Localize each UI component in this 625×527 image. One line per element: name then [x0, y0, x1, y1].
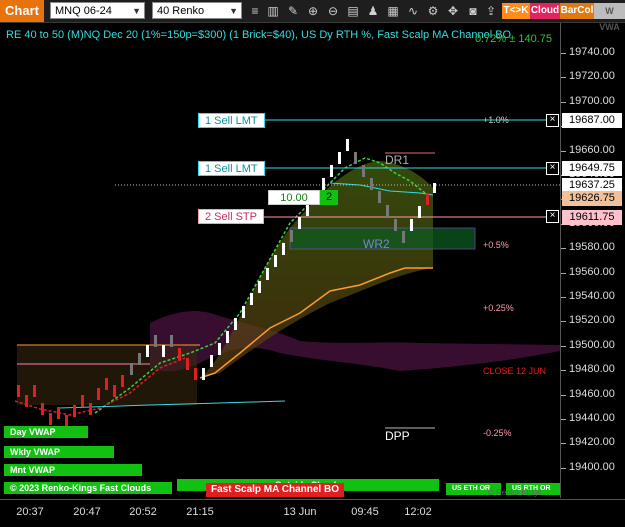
- time-tick-label: 13 Jun: [283, 506, 317, 518]
- change-readout: 0.72% ± 140.75: [475, 33, 552, 45]
- sell-limit-order-2[interactable]: 1 Sell LMT: [198, 161, 265, 176]
- zoom-out-icon[interactable]: ⊖: [325, 3, 341, 19]
- price-tick-label: 19400.00: [569, 460, 615, 473]
- range-box: [17, 345, 197, 405]
- zoom-in-icon[interactable]: ⊕: [305, 3, 321, 19]
- wr2-label: WR2: [363, 237, 390, 251]
- strategy-badge: Fast Scalp MA Channel BO: [206, 483, 344, 497]
- price-tick-label: 19460.00: [569, 387, 615, 400]
- time-tick-label: 20:47: [73, 506, 101, 518]
- time-tick-label: 12:02: [404, 506, 432, 518]
- fast-clouds-button[interactable]: © 2023 Renko-Kings Fast Clouds: [4, 482, 172, 494]
- price-tick-mark: [561, 443, 566, 445]
- camera-icon[interactable]: ◙: [465, 3, 481, 19]
- sell-stop-order[interactable]: 2 Sell STP: [198, 209, 264, 224]
- order-1-price-box: 19687.00: [562, 113, 622, 128]
- price-tick-mark: [561, 101, 566, 103]
- stop-price-box: 19611.75: [562, 210, 622, 225]
- price-tick-label: 19580.00: [569, 241, 615, 254]
- time-tick-label: 20:52: [129, 506, 157, 518]
- indicators-icon[interactable]: ∿: [405, 3, 421, 19]
- price-tick-label: 19420.00: [569, 436, 615, 449]
- price-tick-label: 19700.00: [569, 94, 615, 107]
- time-axis[interactable]: 20:37 20:47 20:52 21:15 13 Jun 09:45 12:02: [0, 499, 625, 527]
- chart-tab[interactable]: Chart: [0, 0, 44, 22]
- price-tick-label: 19560.00: [569, 265, 615, 278]
- bars-icon[interactable]: ▥: [265, 3, 281, 19]
- bar-type-selector[interactable]: 40 Renko ▼: [152, 2, 242, 19]
- price-tick-mark: [561, 53, 566, 54]
- plus-05pct-label: +0.5%: [483, 240, 509, 250]
- dr1-label: DR1: [385, 153, 410, 167]
- plus-1pct-label: +1.0%: [483, 115, 509, 125]
- price-tick-mark: [561, 345, 566, 347]
- strategy-icon[interactable]: ♟: [365, 3, 381, 19]
- plus-025pct-label: +0.25%: [483, 303, 514, 313]
- chart-plot-area[interactable]: RE 40 to 50 (M)NQ Dec 20 (1%=150p=$300) …: [0, 23, 560, 498]
- monthly-vwap-button[interactable]: Mnt VWAP: [4, 464, 142, 476]
- instrument-value: MNQ 06-24: [55, 5, 112, 17]
- price-tick-label: 19500.00: [569, 338, 615, 351]
- price-tick-mark: [561, 297, 566, 298]
- list-icon[interactable]: ≡: [247, 3, 263, 19]
- price-tick-mark: [561, 370, 566, 372]
- minus-025pct-label: -0.25%: [483, 428, 512, 438]
- cursor-icon[interactable]: ✥: [445, 3, 461, 19]
- instrument-selector[interactable]: MNQ 06-24 ▼: [50, 2, 145, 19]
- position-count[interactable]: 2: [320, 190, 338, 205]
- time-tick-label: 21:15: [186, 506, 214, 518]
- position-qty[interactable]: 10.00: [268, 190, 320, 205]
- cancel-order-2-icon[interactable]: ×: [546, 162, 559, 175]
- cancel-stop-order-icon[interactable]: ×: [546, 210, 559, 223]
- price-tick-mark: [561, 321, 566, 323]
- chart-toolbar: Chart MNQ 06-24 ▼ 40 Renko ▼ ≡ ▥ ✎ ⊕ ⊖ ▤…: [0, 0, 625, 32]
- price-tick-mark: [561, 248, 566, 250]
- close-12jun-label: CLOSE 12 JUN: [483, 366, 547, 376]
- cancel-order-1-icon[interactable]: ×: [546, 114, 559, 127]
- dpp-label: DPP: [385, 429, 410, 443]
- trader-icon[interactable]: ⚙: [425, 3, 441, 19]
- price-tick-label: 19520.00: [569, 314, 615, 327]
- day-vwap-button[interactable]: Day VWAP: [4, 426, 88, 438]
- price-axis[interactable]: 19740.0019720.0019700.0019680.0019660.00…: [560, 23, 625, 498]
- price-tick-label: 19660.00: [569, 143, 615, 156]
- price-tick-mark: [561, 419, 566, 420]
- avg-price-box: 19626.75: [562, 191, 622, 206]
- chevron-down-icon: ▼: [132, 6, 141, 16]
- price-tick-label: 19540.00: [569, 290, 615, 302]
- price-tick-mark: [561, 272, 566, 274]
- price-tick-label: 19740.00: [569, 46, 615, 58]
- time-tick-label: 09:45: [351, 506, 379, 518]
- copyright-text: © 2023 Renko-Kings Fast Clouds: [10, 483, 152, 493]
- time-tick-label: 20:37: [16, 506, 44, 518]
- price-tick-mark: [561, 77, 566, 79]
- vwap-toggle-button[interactable]: W VWA: [594, 3, 625, 32]
- properties-icon[interactable]: ▤: [345, 3, 361, 19]
- price-tick-label: 19480.00: [569, 363, 615, 376]
- share-icon[interactable]: ⇪: [483, 3, 499, 19]
- renko-kings-credit: © Renko Kings: [488, 488, 542, 497]
- cloud-button[interactable]: Cloud: [530, 3, 560, 19]
- sell-limit-order-1[interactable]: 1 Sell LMT: [198, 113, 265, 128]
- order-2-price-box: 19649.75: [562, 161, 622, 176]
- data-box-icon[interactable]: ▦: [385, 3, 401, 19]
- bar-type-value: 40 Renko: [157, 5, 205, 17]
- pencil-icon[interactable]: ✎: [285, 3, 301, 19]
- chart-title: RE 40 to 50 (M)NQ Dec 20 (1%=150p=$300) …: [6, 29, 512, 41]
- barcol-button[interactable]: BarCol: [560, 3, 594, 19]
- chevron-down-icon: ▼: [229, 6, 238, 16]
- price-tick-mark: [561, 150, 566, 152]
- tk-button[interactable]: T<>K: [502, 3, 530, 19]
- price-tick-label: 19720.00: [569, 70, 615, 83]
- price-tick-mark: [561, 467, 566, 469]
- weekly-vwap-button[interactable]: Wkly VWAP: [4, 446, 114, 458]
- price-tick-label: 19440.00: [569, 412, 615, 424]
- price-tick-mark: [561, 394, 566, 396]
